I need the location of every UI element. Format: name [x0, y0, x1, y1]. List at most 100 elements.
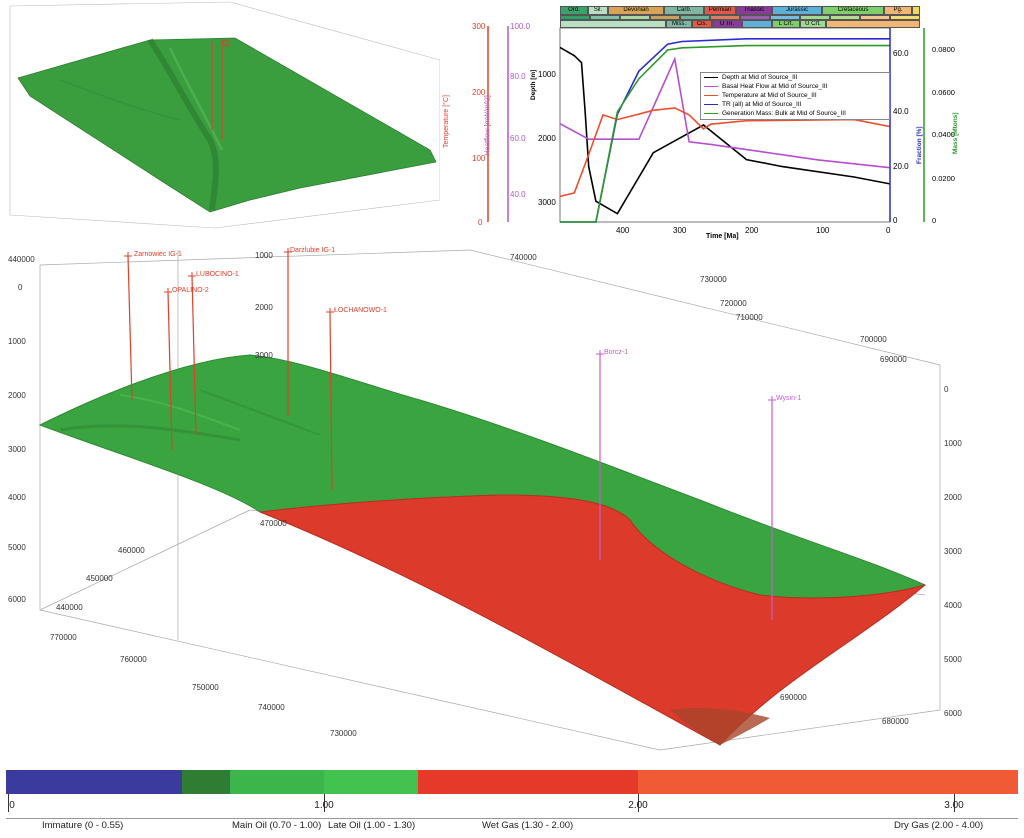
- heatflow-axis-label: Heatflow [mW/m^2]: [484, 95, 492, 156]
- chart-plot-area: [559, 27, 925, 223]
- temperature-tick-300: 300: [472, 22, 486, 31]
- xcoord-770000: 770000: [50, 633, 77, 642]
- time-tick-0: 0: [886, 226, 891, 235]
- time-axis-label: Time [Ma]: [706, 233, 739, 240]
- mass-tick-0.08: 0.0800: [932, 45, 955, 54]
- range-label-dry-gas: Dry Gas (2.00 - 4.00): [894, 820, 984, 831]
- temperature-axis-label: Temperature [°C]: [443, 95, 450, 148]
- well-label-wysin: Wysin-1: [776, 395, 801, 402]
- maturity-color-bar: [6, 770, 1018, 794]
- depth-right-1000: 1000: [944, 439, 962, 448]
- fraction-tick-0: 0: [893, 216, 898, 225]
- range-label-immature: Immature (0 - 0.55): [42, 820, 124, 831]
- fraction-tick-20: 20.0: [893, 162, 909, 171]
- range-label-late-oil: Late Oil (1.00 - 1.30): [328, 820, 416, 831]
- time-tick-100: 100: [816, 226, 830, 235]
- colorbar-wet-gas: [418, 770, 638, 794]
- time-tick-200: 200: [745, 226, 759, 235]
- main-3d-maturity-map: Zarnowiec IG-1 LUBOCINO-1 OPALINO-2 Darż…: [8, 247, 962, 751]
- colorbar-dry-gas: [638, 770, 1018, 794]
- well-label-borcz: Borcz-1: [604, 349, 628, 356]
- range-label-main-oil: Main Oil (0.70 - 1.00): [232, 820, 322, 831]
- legend-item-generation-mass: Generation Mass: Bulk at Mid of Source_I…: [701, 109, 889, 118]
- depth-right-6000: 6000: [944, 709, 962, 718]
- depth-right-3000: 3000: [944, 547, 962, 556]
- well-label-opalino: OPALINO-2: [172, 287, 209, 294]
- scale-label-0: 0: [9, 800, 15, 811]
- chart-legend: Depth at Mid of Source_III Basal Heat Fl…: [700, 72, 890, 120]
- xcoord-740000-top: 740000: [510, 253, 537, 262]
- legend-item-tr: TR (all) at Mid of Source_III: [701, 100, 889, 109]
- depth-tick-1000: 1000: [538, 70, 556, 79]
- well-label-darzlubie: Darżlubie IG-1: [290, 247, 335, 254]
- xcoord-690000-top: 690000: [880, 355, 907, 364]
- ycoord-440000-top: 440000: [8, 255, 35, 264]
- well-label-lubocino: LUBOCINO-1: [196, 271, 239, 278]
- depth-left-6000: 6000: [8, 595, 26, 604]
- ycoord-460000: 460000: [118, 546, 145, 555]
- colorbar-immature: [6, 770, 182, 794]
- depth-right-5000: 5000: [944, 655, 962, 664]
- well-label-zarnowiec: Zarnowiec IG-1: [134, 251, 182, 258]
- depth-left-5000: 5000: [8, 543, 26, 552]
- top-3d-surface-panel: [9, 1, 440, 229]
- depth-left-1000: 1000: [8, 337, 26, 346]
- fraction-tick-40: 40.0: [893, 107, 909, 116]
- heatflow-tick-60: 60.0: [510, 134, 526, 143]
- depth-tick-2000: 2000: [538, 134, 556, 143]
- depth-right-0: 0: [944, 385, 949, 394]
- mass-tick-0.06: 0.0600: [932, 88, 955, 97]
- fraction-axis-label: Fraction [%]: [916, 126, 923, 164]
- well-label-lochanowo: ŁOCHANOWO-1: [334, 307, 387, 314]
- heatflow-tick-100: 100.0: [510, 22, 531, 31]
- temperature-tick-200: 200: [472, 88, 486, 97]
- xcoord-730000: 730000: [330, 729, 357, 738]
- legend-item-temperature: Temperature at Mid of Source_III: [701, 91, 889, 100]
- mass-axis-label: Mass [Mtons]: [952, 112, 959, 154]
- scale-label-3: 3.00: [944, 800, 964, 811]
- depth-left-4000: 4000: [8, 493, 26, 502]
- xcoord-720000-top: 720000: [720, 299, 747, 308]
- inner-depth-2000: 2000: [255, 303, 273, 312]
- legend-item-heatflow: Basal Heat Flow at Mid of Source_III: [701, 82, 889, 91]
- legend-item-depth: Depth at Mid of Source_III: [701, 73, 889, 82]
- colorbar-main-oil: [230, 770, 324, 794]
- ycoord-440000: 440000: [56, 603, 83, 612]
- temperature-tick-100: 100: [472, 154, 486, 163]
- fraction-tick-60: 60.0: [893, 49, 909, 58]
- heatflow-tick-40: 40.0: [510, 190, 526, 199]
- depth-left-3000: 3000: [8, 445, 26, 454]
- inner-depth-3000: 3000: [255, 351, 273, 360]
- colorbar-early-oil: [182, 770, 230, 794]
- depth-right-4000: 4000: [944, 601, 962, 610]
- scale-label-2: 2.00: [628, 800, 648, 811]
- maturity-scale: 0 1.00 2.00 3.00 Immature (0 - 0.55) Mai…: [6, 794, 1018, 838]
- inner-depth-1000: 1000: [255, 251, 273, 260]
- ycoord-470000: 470000: [260, 519, 287, 528]
- heatflow-tick-80: 80.0: [510, 72, 526, 81]
- xcoord-700000-top: 700000: [860, 335, 887, 344]
- maturity-surface-gas-zone: [259, 494, 926, 746]
- depth-left-2000: 2000: [8, 391, 26, 400]
- heatflow-axis: 100.0 80.0 60.0 40.0 Heatflow [mW/m^2]: [485, 22, 531, 226]
- xcoord-680000-mid: 680000: [882, 717, 909, 726]
- xcoord-710000-top: 710000: [736, 313, 763, 322]
- time-tick-300: 300: [673, 226, 687, 235]
- colorbar-late-oil: [324, 770, 418, 794]
- xcoord-760000: 760000: [120, 655, 147, 664]
- top-surface-green: [17, 37, 437, 213]
- ycoord-450000: 450000: [86, 574, 113, 583]
- depth-axis-label: Depth [m]: [530, 69, 537, 100]
- scale-label-1: 1.00: [314, 800, 334, 811]
- depth-left-0: 0: [18, 283, 23, 292]
- xcoord-740000: 740000: [258, 703, 285, 712]
- temperature-tick-0: 0: [478, 218, 483, 227]
- depth-right-2000: 2000: [944, 493, 962, 502]
- depth-tick-3000: 3000: [538, 198, 556, 207]
- burial-history-chart: Ord. Sil. Devonian Carb. Permian Triassic Jura…: [530, 4, 960, 240]
- time-tick-400: 400: [616, 226, 630, 235]
- xcoord-750000: 750000: [192, 683, 219, 692]
- mass-tick-0: 0: [932, 216, 937, 225]
- xcoord-690000-mid: 690000: [780, 693, 807, 702]
- mass-tick-0.02: 0.0200: [932, 174, 955, 183]
